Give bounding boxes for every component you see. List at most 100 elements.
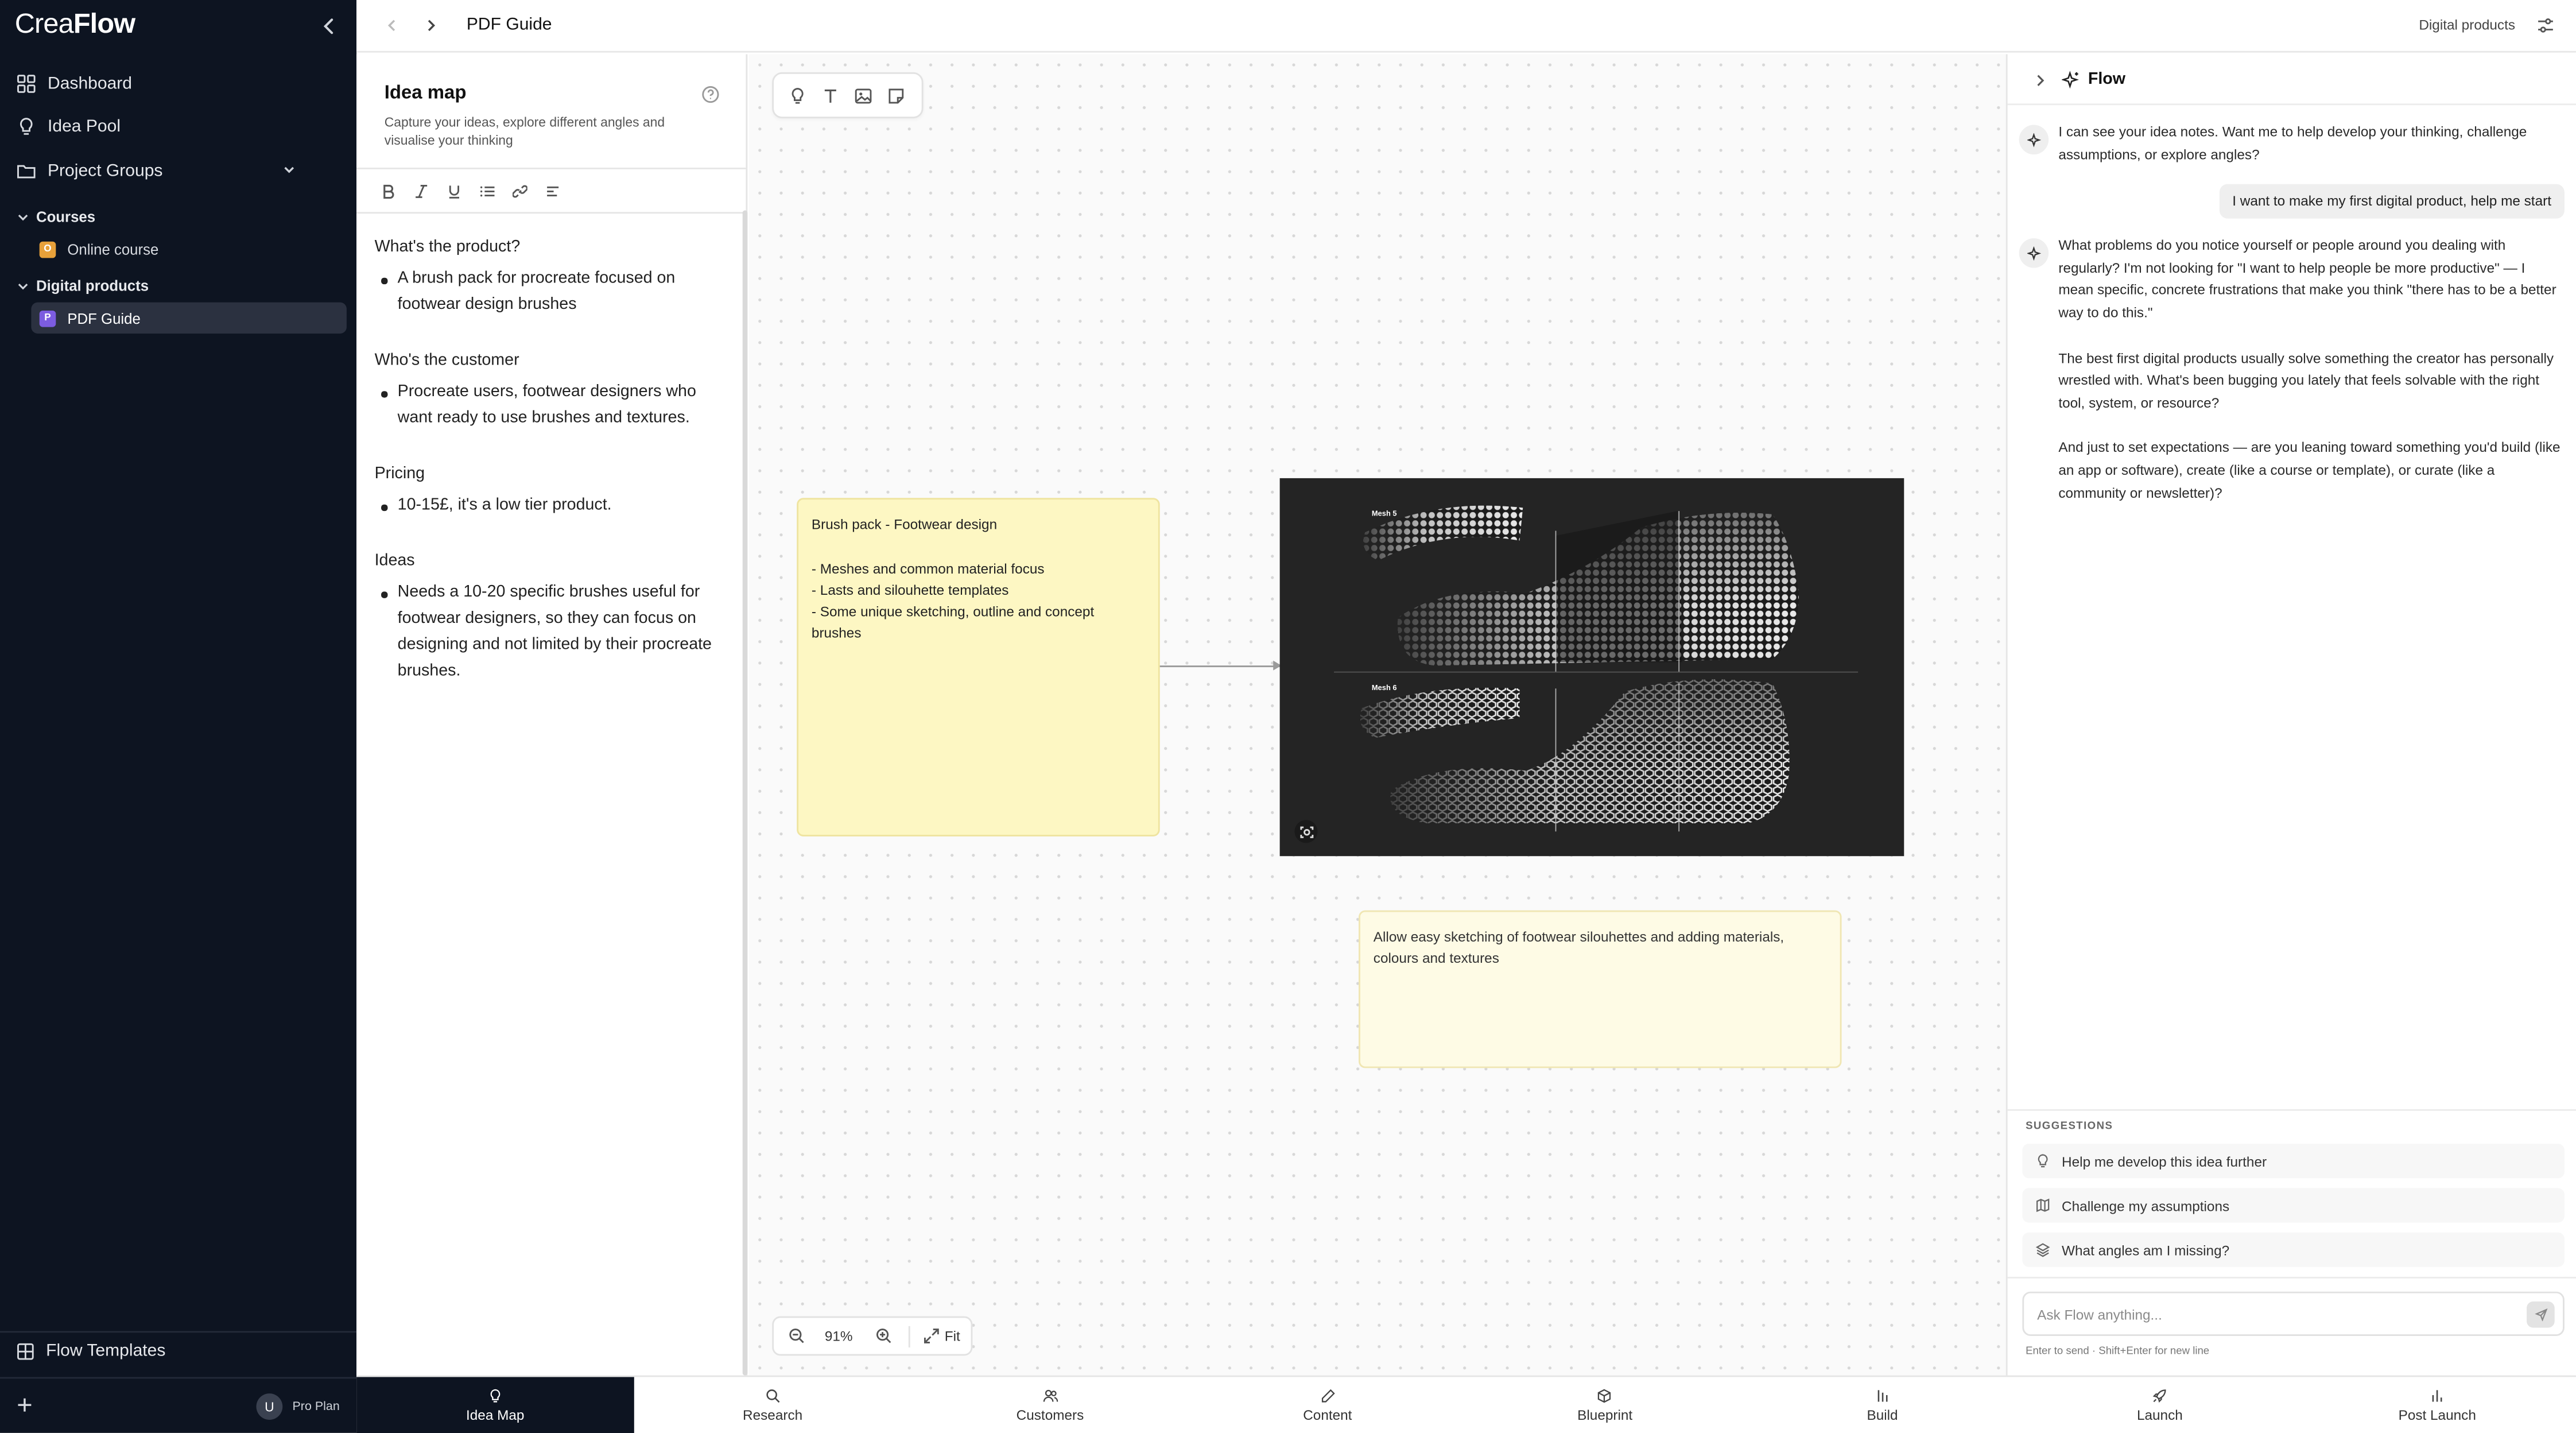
note-bullet: 10-15£, it's a low tier product. — [375, 493, 723, 520]
panel-subtitle: Capture your ideas, explore different an… — [384, 115, 665, 148]
sticky-line: - Lasts and silouhette templates — [811, 581, 1009, 598]
chat-input[interactable] — [2037, 1303, 2514, 1326]
bold-icon[interactable] — [378, 181, 397, 200]
app-logo[interactable]: CreaFlow — [15, 8, 135, 41]
notes-editor[interactable]: What's the product? A brush pack for pro… — [375, 235, 723, 715]
project-pdf-guide[interactable]: P PDF Guide — [31, 302, 347, 334]
collapse-sidebar-icon[interactable] — [317, 15, 340, 38]
group-digital-products[interactable]: Digital products — [17, 278, 149, 294]
tab-launch[interactable]: Launch — [2021, 1377, 2298, 1433]
divider — [908, 1326, 910, 1348]
sticky-note[interactable]: Allow easy sketching of footwear silouhe… — [1359, 910, 1842, 1068]
idea-map-panel: Idea map Capture your ideas, explore dif… — [356, 54, 748, 1376]
panel-title: Idea map — [384, 83, 467, 104]
divider — [2007, 1276, 2576, 1279]
project-badge: P — [39, 309, 56, 327]
search-icon — [766, 1389, 779, 1403]
project-badge: O — [39, 241, 56, 257]
suggestion-develop-idea[interactable]: Help me develop this idea further — [2022, 1144, 2565, 1179]
tab-customers[interactable]: Customers — [911, 1377, 1189, 1433]
chevron-down-icon — [18, 214, 28, 221]
tab-content[interactable]: Content — [1189, 1377, 1466, 1433]
send-button[interactable] — [2527, 1301, 2555, 1328]
text-icon[interactable] — [821, 86, 839, 104]
nav-project-groups[interactable]: Project Groups — [17, 154, 329, 187]
suggestions-label: SUGGESTIONS — [2026, 1121, 2113, 1133]
bot-avatar — [2019, 238, 2049, 268]
chevron-right-icon[interactable] — [2032, 72, 2049, 89]
help-icon[interactable] — [701, 86, 719, 103]
tab-post-launch[interactable]: Post Launch — [2299, 1377, 2576, 1433]
lightbulb-icon — [490, 1389, 501, 1403]
divider — [0, 1377, 357, 1379]
top-bar: PDF Guide Digital products — [356, 0, 2576, 53]
camera-icon[interactable] — [1294, 820, 1318, 843]
zoom-out-icon[interactable] — [789, 1328, 805, 1345]
project-online-course[interactable]: O Online course — [31, 233, 347, 264]
image-label-bottom: Mesh 6 — [1372, 683, 1397, 692]
tab-build[interactable]: Build — [1744, 1377, 2021, 1433]
back-icon[interactable] — [383, 17, 401, 34]
chevron-down-icon[interactable] — [281, 161, 297, 177]
canvas-toolbar — [772, 72, 924, 119]
nav-idea-pool[interactable]: Idea Pool — [17, 110, 329, 143]
chart-icon — [2432, 1390, 2442, 1402]
app-root: CreaFlow Dashboard Idea Pool Project Gro… — [0, 0, 2576, 1433]
sliders-icon[interactable] — [2536, 17, 2554, 34]
note-bullet: Needs a 10-20 specific brushes useful fo… — [375, 580, 723, 685]
zoom-in-icon[interactable] — [876, 1328, 893, 1345]
tab-blueprint[interactable]: Blueprint — [1467, 1377, 1744, 1433]
zoom-level: 91% — [824, 1327, 853, 1345]
note-heading: Who's the customer — [374, 351, 519, 370]
forward-icon[interactable] — [422, 17, 440, 34]
note-heading: What's the product? — [374, 238, 521, 257]
pencil-icon — [1321, 1389, 1334, 1403]
sticky-text: Allow easy sketching of footwear silouhe… — [1373, 928, 1784, 967]
sticky-line: - Some unique sketching, outline and con… — [811, 603, 1095, 642]
fit-button[interactable]: Fit — [924, 1328, 960, 1344]
group-courses[interactable]: Courses — [17, 208, 95, 225]
nav-label: Dashboard — [48, 73, 133, 94]
flow-templates-link[interactable]: Flow Templates — [17, 1341, 165, 1361]
image-card[interactable]: Mesh 5 Mesh 6 — [1279, 478, 1904, 857]
note-bullet: A brush pack for procreate focused on fo… — [375, 266, 723, 319]
bullet-list-icon[interactable] — [476, 181, 496, 200]
expand-icon — [924, 1329, 939, 1343]
divider — [2007, 1109, 2576, 1111]
bars-icon — [1878, 1390, 1888, 1402]
image-icon[interactable] — [854, 86, 872, 104]
page-title: PDF Guide — [466, 14, 552, 35]
align-icon[interactable] — [542, 181, 562, 200]
underline-icon[interactable] — [444, 181, 463, 200]
tab-research[interactable]: Research — [634, 1377, 911, 1433]
suggestion-missing-angles[interactable]: What angles am I missing? — [2022, 1232, 2565, 1267]
connector-arrow[interactable] — [1159, 660, 1282, 671]
italic-icon[interactable] — [411, 181, 430, 200]
layers-icon — [2035, 1243, 2050, 1257]
avatar[interactable]: U — [256, 1393, 283, 1420]
sidebar: CreaFlow Dashboard Idea Pool Project Gro… — [0, 0, 357, 1433]
suggestion-challenge-assumptions[interactable]: Challenge my assumptions — [2022, 1188, 2565, 1223]
note-icon[interactable] — [887, 86, 905, 104]
tab-idea-map[interactable]: Idea Map — [356, 1377, 634, 1433]
lightbulb-icon — [20, 118, 33, 135]
scrollbar[interactable] — [742, 210, 748, 1376]
sparkles-icon — [2026, 132, 2040, 147]
plan-label: Pro Plan — [292, 1398, 340, 1413]
sparkles-icon — [2026, 245, 2040, 260]
chat-input-box — [2022, 1291, 2565, 1336]
project-group-label[interactable]: Digital products — [2419, 17, 2515, 33]
lightbulb-icon[interactable] — [789, 86, 806, 104]
flow-chat-panel: Flow I can see your idea notes. Want me … — [2005, 54, 2576, 1376]
plus-icon[interactable] — [17, 1397, 33, 1413]
nav-dashboard[interactable]: Dashboard — [17, 67, 329, 100]
sticky-note[interactable]: Brush pack - Footwear design - Meshes an… — [797, 498, 1160, 836]
nav-label: Idea Pool — [48, 117, 121, 137]
templates-icon — [17, 1342, 34, 1360]
idea-canvas[interactable]: Brush pack - Footwear design - Meshes an… — [749, 54, 2006, 1376]
sparkles-icon — [2062, 71, 2079, 89]
link-icon[interactable] — [509, 181, 529, 200]
image-label-top: Mesh 5 — [1372, 509, 1397, 518]
divider — [356, 212, 746, 214]
panel-title: Flow — [2088, 71, 2126, 89]
